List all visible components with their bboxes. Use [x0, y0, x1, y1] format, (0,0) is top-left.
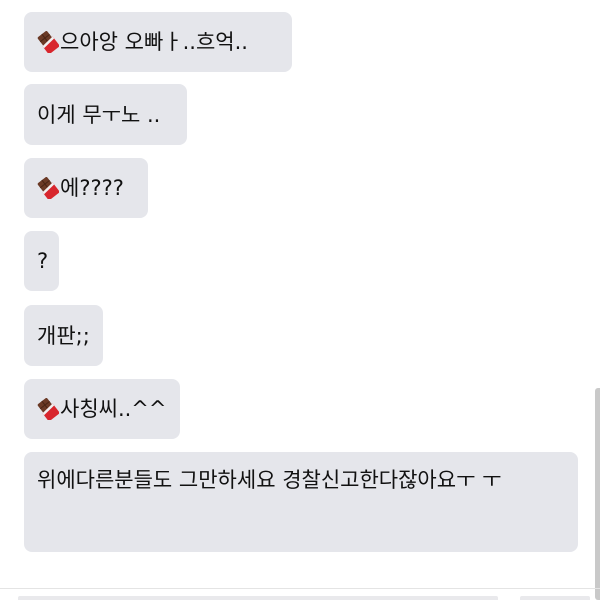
message-text: 사칭씨..^^	[60, 397, 167, 421]
message-text: 이게 무ㅜ노 ..	[37, 102, 161, 127]
divider	[0, 588, 600, 589]
message-bubble[interactable]: 에????	[24, 158, 148, 218]
chocolate-bar-icon	[37, 31, 59, 53]
message-text: ?	[37, 249, 49, 273]
send-button-edge[interactable]	[520, 596, 590, 600]
message-input-edge[interactable]	[18, 596, 498, 600]
message-bubble[interactable]: 으아앙 오빠ㅏ..흐억..	[24, 12, 292, 72]
message-text: 위에다른분들도 그만하세요 경찰신고한다잖아요ㅜ ㅜ	[37, 468, 502, 492]
message-text: 으아앙 오빠ㅏ..흐억..	[60, 30, 248, 54]
message-bubble[interactable]: 개판;;	[24, 305, 103, 366]
scrollbar[interactable]	[595, 388, 600, 600]
message-bubble[interactable]: ?	[24, 231, 59, 291]
message-thread: 으아앙 오빠ㅏ..흐억.. 이게 무ㅜ노 .. 에???? ? 개판;; 사칭씨…	[0, 0, 600, 600]
message-bubble[interactable]: 이게 무ㅜ노 ..	[24, 84, 187, 145]
chocolate-bar-icon	[37, 398, 59, 420]
message-text: 개판;;	[37, 323, 90, 348]
chocolate-bar-icon	[37, 177, 59, 199]
message-bubble[interactable]: 위에다른분들도 그만하세요 경찰신고한다잖아요ㅜ ㅜ	[24, 452, 578, 552]
message-text: 에????	[60, 176, 124, 200]
message-bubble[interactable]: 사칭씨..^^	[24, 379, 180, 439]
